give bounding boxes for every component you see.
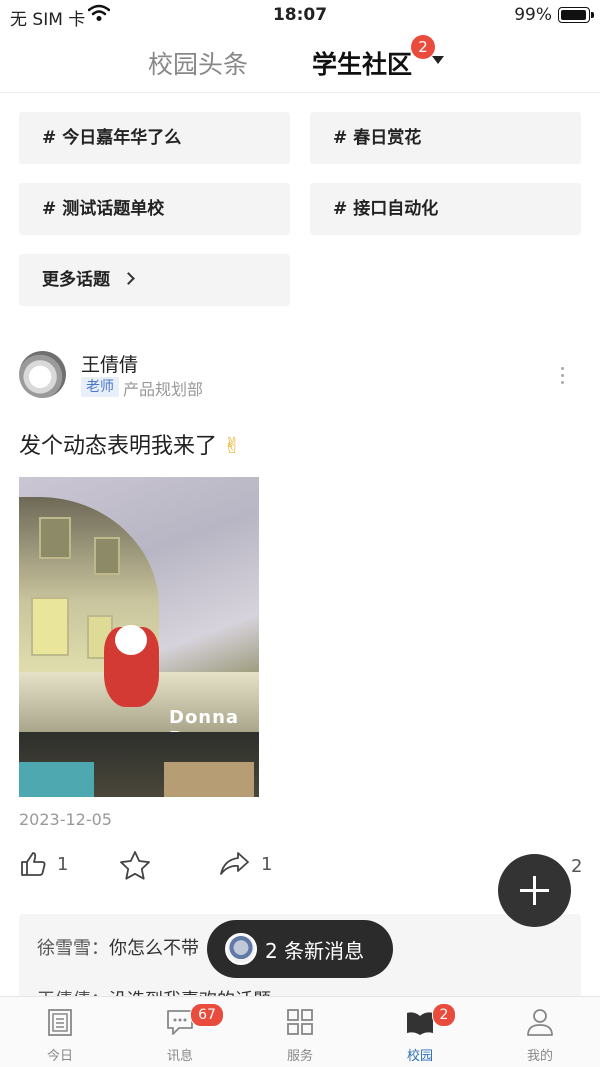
topic-chip[interactable]: # 测试话题单校	[19, 183, 290, 235]
top-tab-bar: 校园头条 学生社区 2	[0, 32, 600, 93]
share-arrow-icon	[220, 852, 249, 875]
nav-item-campus[interactable]: 2 校园	[360, 997, 480, 1067]
topic-hash: #	[42, 128, 57, 148]
photo-santa-head	[115, 625, 147, 655]
author-department: 产品规划部	[123, 380, 204, 399]
status-bar: 无 SIM 卡 18:07 99%	[0, 0, 600, 32]
more-options-icon[interactable]	[561, 367, 565, 388]
comment-item: 徐雪雪：你怎么不带	[37, 934, 199, 960]
new-messages-pill[interactable]: 2 条新消息	[207, 920, 393, 978]
tab-student-community[interactable]: 学生社区	[312, 45, 412, 81]
nav-item-services[interactable]: 服务	[240, 997, 360, 1067]
photo-window	[39, 517, 71, 559]
comment-author: 徐雪雪：	[37, 938, 109, 959]
photo-shop-window	[164, 762, 254, 797]
new-messages-text: 2 条新消息	[265, 939, 365, 963]
document-icon	[48, 1009, 72, 1036]
person-icon	[527, 1009, 553, 1036]
nav-label-messages: 讯息	[166, 1049, 193, 1064]
like-button[interactable]: 1	[19, 850, 68, 878]
tab-campus-news[interactable]: 校园头条	[148, 45, 248, 81]
clock: 18:07	[272, 5, 328, 25]
battery-percent: 99%	[514, 5, 552, 25]
victory-hand-emoji: ✌	[223, 434, 242, 459]
chevron-right-icon	[122, 272, 135, 285]
topic-hash: #	[42, 199, 57, 219]
nav-item-me[interactable]: 我的	[480, 997, 600, 1067]
like-count: 1	[57, 853, 69, 875]
post-photo[interactable]: Donna D	[19, 477, 259, 797]
nav-label-services: 服务	[286, 1049, 313, 1064]
create-post-button[interactable]	[498, 854, 571, 927]
caret-down-icon[interactable]	[432, 56, 444, 64]
topic-label: 春日赏花	[353, 128, 422, 148]
book-icon	[407, 1012, 433, 1035]
comment-count: 2	[571, 856, 583, 877]
topic-hash: #	[333, 199, 348, 219]
nav-item-today[interactable]: 今日	[0, 997, 120, 1067]
more-topics-button[interactable]: 更多话题	[19, 254, 290, 306]
post-text: 发个动态表明我来了 ✌	[19, 428, 241, 460]
messages-badge: 67	[190, 1003, 224, 1027]
campus-badge: 2	[432, 1003, 456, 1027]
role-badge: 老师	[81, 377, 119, 397]
comment-text: 你怎么不带	[109, 938, 199, 959]
topic-label: 测试话题单校	[62, 199, 165, 219]
author-name[interactable]: 王倩倩	[81, 350, 138, 377]
post-date: 2023-12-05	[19, 810, 112, 829]
page: 无 SIM 卡 18:07 99% 校园头条 学生社区 2 # 今日嘉年华了么 #…	[0, 0, 600, 1067]
nav-label-campus: 校园	[406, 1049, 433, 1064]
share-count: 1	[261, 853, 273, 875]
pill-avatar	[225, 933, 257, 965]
topic-chip[interactable]: # 接口自动化	[310, 183, 581, 235]
topic-label: 今日嘉年华了么	[62, 128, 182, 148]
author-avatar[interactable]	[19, 351, 66, 398]
post-body: 发个动态表明我来了	[19, 434, 218, 459]
nav-label-today: 今日	[46, 1049, 73, 1064]
nav-label-me: 我的	[526, 1049, 553, 1064]
grid-icon	[287, 1009, 313, 1035]
share-button[interactable]: 1	[219, 850, 272, 878]
photo-window	[94, 537, 120, 575]
nav-item-messages[interactable]: 67 讯息	[120, 997, 240, 1067]
star-icon	[120, 851, 150, 880]
topic-label: 接口自动化	[353, 199, 439, 219]
battery-icon	[558, 7, 594, 23]
topic-hash: #	[333, 128, 348, 148]
favorite-button[interactable]	[119, 850, 161, 880]
more-topics-label: 更多话题	[42, 270, 110, 290]
topic-chip[interactable]: # 今日嘉年华了么	[19, 112, 290, 164]
topic-chip[interactable]: # 春日赏花	[310, 112, 581, 164]
photo-shop-window	[19, 762, 94, 797]
photo-window	[31, 597, 69, 656]
thumbs-up-icon	[21, 852, 46, 876]
bottom-nav: 今日 67 讯息 服务 2 校园 我的	[0, 996, 600, 1067]
